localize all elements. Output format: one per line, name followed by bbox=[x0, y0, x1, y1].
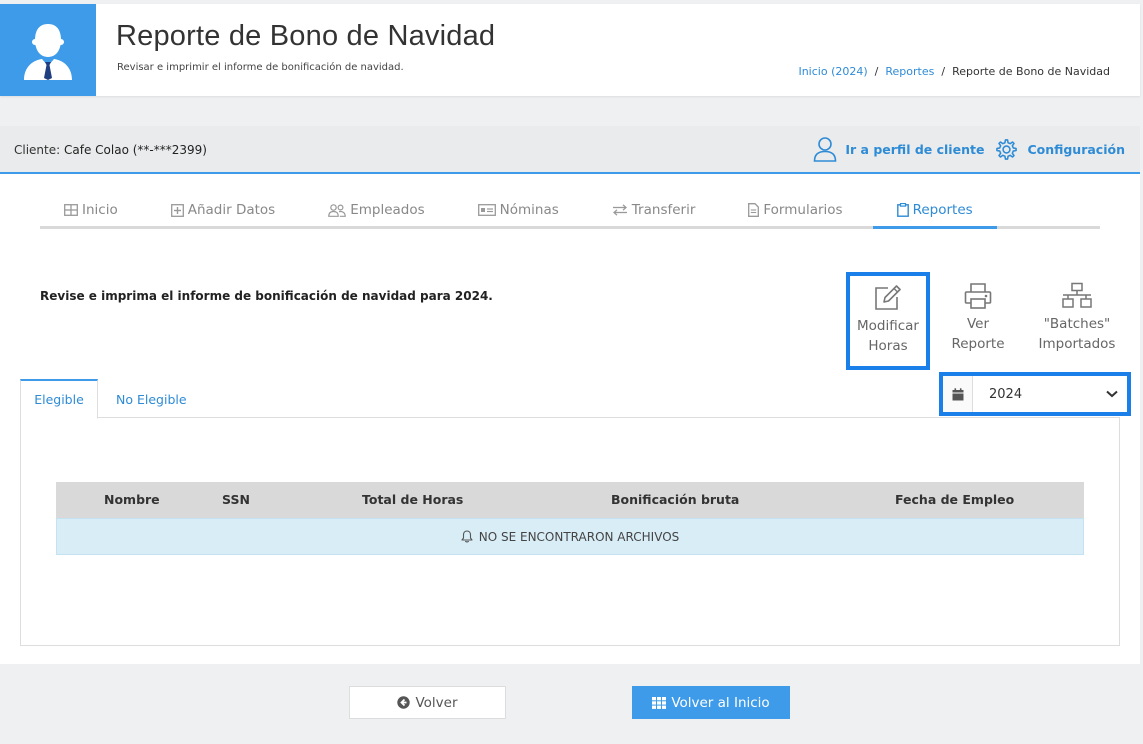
main-content: Inicio Añadir Datos Empleados Nóminas Tr… bbox=[0, 174, 1140, 664]
printer-icon bbox=[964, 283, 992, 309]
tab-transferir[interactable]: Transferir bbox=[612, 194, 695, 226]
client-actions: Ir a perfil de cliente Configuración bbox=[813, 136, 1125, 162]
column-header[interactable]: Bonificación bruta bbox=[611, 492, 739, 507]
plus-square-icon bbox=[170, 203, 184, 217]
imported-batches-button[interactable]: "Batches" Importados bbox=[1034, 282, 1120, 354]
tab-inicio[interactable]: Inicio bbox=[64, 194, 118, 226]
breadcrumb-reports-link[interactable]: Reportes bbox=[885, 65, 934, 78]
th-grid-icon bbox=[652, 696, 667, 709]
breadcrumb-separator: / bbox=[874, 65, 879, 78]
tab-empleados[interactable]: Empleados bbox=[328, 194, 425, 226]
column-header[interactable]: Total de Horas bbox=[362, 492, 463, 507]
calendar-icon bbox=[943, 376, 973, 412]
edit-hours-button[interactable]: Modificar Horas bbox=[846, 272, 930, 370]
users-icon bbox=[328, 203, 347, 217]
clipboard-icon bbox=[896, 203, 909, 217]
column-header[interactable]: SSN bbox=[222, 492, 250, 507]
page-header: Reporte de Bono de Navidad Revisar e imp… bbox=[0, 4, 1140, 96]
column-header[interactable]: Nombre bbox=[104, 492, 160, 507]
intro-text: Revise e imprima el informe de bonificac… bbox=[40, 289, 493, 303]
tab-no-elegible[interactable]: No Elegible bbox=[100, 379, 203, 419]
tab-elegible[interactable]: Elegible bbox=[20, 379, 98, 419]
page-subtitle: Revisar e imprimir el informe de bonific… bbox=[117, 62, 404, 73]
client-prefix: Cliente: bbox=[14, 143, 61, 157]
exchange-icon bbox=[612, 204, 627, 216]
table-header: Nombre SSN Total de Horas Bonificación b… bbox=[56, 482, 1084, 518]
breadcrumb-current: Reporte de Bono de Navidad bbox=[952, 65, 1110, 78]
user-outline-icon bbox=[814, 137, 837, 162]
document-icon bbox=[748, 203, 760, 217]
avatar bbox=[0, 4, 96, 96]
chevron-down-icon bbox=[1097, 390, 1127, 398]
year-select-value: 2024 bbox=[989, 386, 1023, 402]
column-header[interactable]: Fecha de Empleo bbox=[895, 492, 1014, 507]
client-bar: Cliente: Cafe Colao (**-***2399) Ir a pe… bbox=[0, 126, 1140, 174]
footer-actions: Volver Volver al Inicio bbox=[0, 664, 1140, 740]
sitemap-icon bbox=[1062, 282, 1092, 308]
year-select[interactable]: 2024 bbox=[939, 372, 1131, 416]
settings-link[interactable]: Configuración bbox=[994, 137, 1125, 162]
tab-formularios[interactable]: Formularios bbox=[748, 194, 843, 226]
client-profile-link[interactable]: Ir a perfil de cliente bbox=[813, 136, 984, 162]
grid-icon bbox=[64, 204, 78, 216]
id-card-icon bbox=[477, 204, 496, 216]
client-label: Cliente: Cafe Colao (**-***2399) bbox=[14, 143, 207, 157]
tab-anadir-datos[interactable]: Añadir Datos bbox=[170, 194, 275, 226]
page-title: Reporte de Bono de Navidad bbox=[116, 20, 496, 52]
edit-icon bbox=[875, 285, 901, 310]
main-nav-tabs: Inicio Añadir Datos Empleados Nóminas Tr… bbox=[40, 194, 1100, 229]
bell-icon bbox=[461, 530, 473, 543]
breadcrumb-separator: / bbox=[941, 65, 946, 78]
view-report-button[interactable]: Ver Reporte bbox=[944, 282, 1012, 354]
gear-icon bbox=[996, 138, 1018, 160]
back-button[interactable]: Volver bbox=[349, 686, 506, 719]
bonus-table: Nombre SSN Total de Horas Bonificación b… bbox=[56, 482, 1084, 555]
tab-reportes[interactable]: Reportes bbox=[872, 194, 997, 229]
breadcrumb: Inicio (2024) / Reportes / Reporte de Bo… bbox=[798, 65, 1110, 78]
empty-table-row: NO SE ENCONTRARON ARCHIVOS bbox=[56, 518, 1084, 555]
breadcrumb-home-link[interactable]: Inicio (2024) bbox=[798, 65, 867, 78]
client-name: Cafe Colao (**-***2399) bbox=[64, 143, 207, 157]
arrow-circle-left-icon bbox=[397, 696, 411, 709]
user-avatar-icon bbox=[24, 24, 72, 80]
tab-nominas[interactable]: Nóminas bbox=[477, 194, 559, 226]
home-button[interactable]: Volver al Inicio bbox=[632, 686, 790, 719]
